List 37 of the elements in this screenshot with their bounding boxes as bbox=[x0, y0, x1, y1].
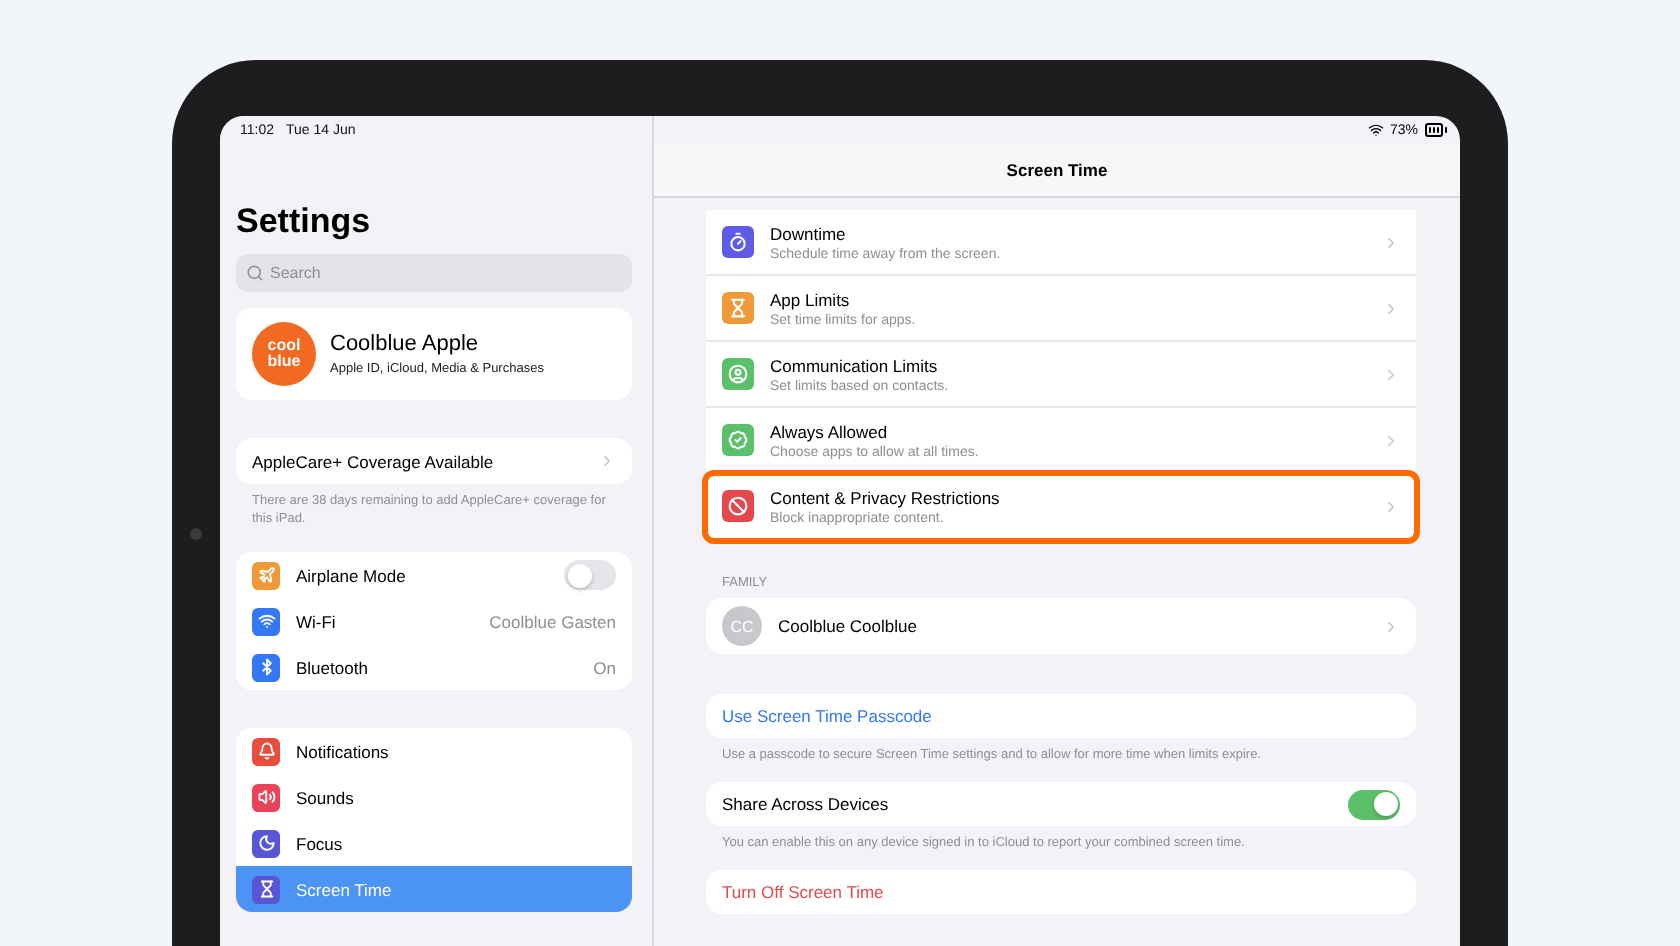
battery-icon bbox=[1424, 118, 1448, 142]
feature-title: Always Allowed bbox=[770, 421, 890, 441]
nav-title: Screen Time bbox=[654, 144, 1460, 198]
feature-title: App Limits bbox=[770, 289, 852, 309]
chevron-icon bbox=[1382, 497, 1400, 515]
chevron-icon bbox=[1382, 431, 1400, 449]
item-label: Airplane Mode bbox=[296, 565, 406, 585]
chevron-icon bbox=[1382, 617, 1400, 635]
chevron-icon bbox=[1382, 233, 1400, 251]
item-label: Wi-Fi bbox=[296, 611, 336, 631]
member-name: Coolblue Coolblue bbox=[778, 616, 917, 636]
item-label: Focus bbox=[296, 833, 343, 853]
chevron-icon bbox=[1382, 365, 1400, 383]
item-value: Coolblue Gasten bbox=[489, 611, 616, 631]
item-label: Sounds bbox=[296, 787, 354, 807]
family-member-row[interactable]: CC Coolblue Coolblue bbox=[706, 598, 1416, 654]
toggle-switch[interactable] bbox=[1348, 789, 1400, 819]
chevron-icon bbox=[1382, 299, 1400, 317]
passcode-link[interactable]: Use Screen Time Passcode bbox=[706, 694, 1416, 738]
initials-avatar: CC bbox=[722, 606, 762, 646]
avatar-logo: cool blue bbox=[252, 322, 316, 386]
chevron-icon bbox=[598, 452, 616, 470]
feature-title: Communication Limits bbox=[770, 355, 940, 375]
sidebar-title: Settings bbox=[236, 202, 373, 242]
feature-title: Content & Privacy Restrictions bbox=[770, 487, 1000, 507]
item-label: Bluetooth bbox=[296, 657, 368, 677]
feature-title: Downtime bbox=[770, 223, 848, 243]
profile-name: Coolblue Apple bbox=[330, 332, 481, 356]
item-label: Notifications bbox=[296, 741, 389, 761]
camera-icon bbox=[190, 528, 202, 540]
toggle-switch[interactable] bbox=[564, 560, 616, 590]
share-row: Share Across Devices bbox=[706, 782, 1416, 826]
turn-off-button[interactable]: Turn Off Screen Time bbox=[706, 870, 1416, 914]
wifi-icon bbox=[1367, 122, 1384, 138]
search-icon bbox=[246, 264, 264, 282]
item-value: On bbox=[593, 657, 616, 677]
item-label: Screen Time bbox=[296, 879, 392, 899]
